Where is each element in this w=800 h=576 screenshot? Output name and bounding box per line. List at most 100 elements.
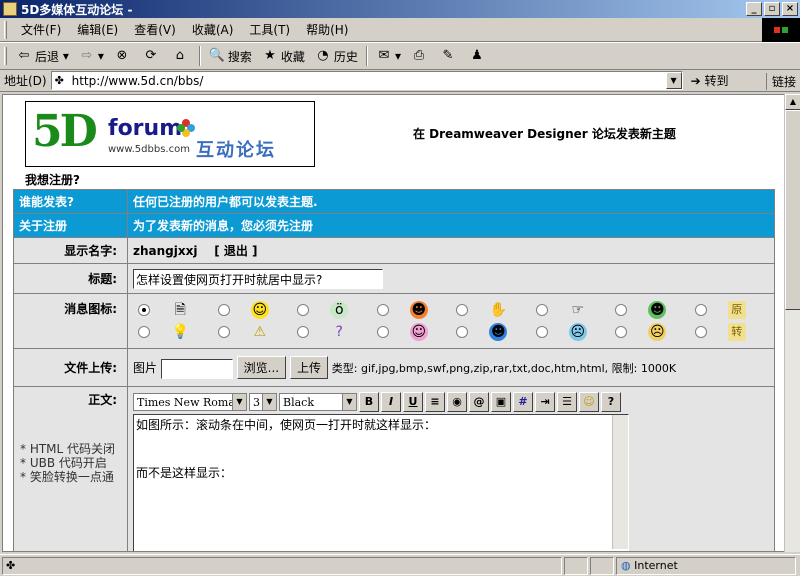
globe-link-icon[interactable]: ◉: [447, 392, 467, 412]
scroll-thumb[interactable]: [785, 110, 800, 310]
messenger-icon: ♟: [471, 48, 483, 63]
center-align-icon[interactable]: ≡: [425, 392, 445, 412]
register-link[interactable]: 我想注册?: [25, 171, 80, 188]
dropdown-icon: ▼: [342, 394, 356, 410]
icon-radio[interactable]: [456, 326, 468, 338]
page-scrollbar[interactable]: ▲: [784, 94, 800, 552]
bold-button[interactable]: B: [359, 392, 379, 412]
message-body-input[interactable]: 如图所示：滚动条在中间，使网页一打开时就这样显示： 而不是这样显示：: [133, 414, 629, 551]
smiley-insert-icon[interactable]: ☺: [579, 392, 599, 412]
mail-icon: ✉: [378, 48, 390, 63]
about-label: 关于注册: [13, 213, 128, 238]
icon-radio[interactable]: [694, 326, 707, 338]
status-bar: ✤ ◍ Internet: [0, 554, 800, 576]
email-link-icon[interactable]: @: [469, 392, 489, 412]
menu-favorites[interactable]: 收藏(A): [184, 21, 242, 38]
cool-icon: ☻: [489, 323, 508, 341]
address-input[interactable]: ✤ http://www.5d.cn/bbs/ ▼: [50, 71, 683, 90]
history-button[interactable]: ◔ 历史: [310, 44, 363, 68]
home-icon: ⌂: [175, 48, 185, 63]
forward-button[interactable]: ⇨ ▾: [74, 44, 109, 68]
forum-logo[interactable]: 5D forum www.5dbbs.com 互动论坛: [25, 101, 315, 167]
address-bar: 地址(D) ✤ http://www.5d.cn/bbs/ ▼ ➔ 转到 链接: [0, 70, 800, 92]
blush-icon: ☺: [409, 323, 428, 341]
logo-brand: 5D: [32, 106, 98, 157]
stop-button[interactable]: ⊗: [109, 44, 138, 68]
browse-button[interactable]: 浏览...: [236, 356, 287, 379]
menu-tools[interactable]: 工具(T): [241, 21, 298, 38]
underline-button[interactable]: U: [403, 392, 423, 412]
flash-insert-icon[interactable]: ⇥: [535, 392, 555, 412]
icon-radio[interactable]: [456, 304, 468, 316]
icon-radio[interactable]: [297, 304, 309, 316]
image-insert-icon[interactable]: ▣: [491, 392, 511, 412]
refresh-button[interactable]: ⟳: [138, 44, 167, 68]
menu-file[interactable]: 文件(F): [13, 21, 69, 38]
zone-label: Internet: [634, 559, 678, 572]
back-button[interactable]: ⇦ 后退 ▾: [11, 44, 74, 68]
file-path-input[interactable]: [160, 358, 233, 379]
address-label: 地址(D): [4, 74, 47, 88]
print-button[interactable]: ⎙: [406, 44, 435, 68]
go-button[interactable]: ➔ 转到: [691, 72, 729, 89]
color-select[interactable]: Black ▼: [279, 393, 357, 411]
window-titlebar: 5D多媒体互动论坛 - _ ▫ ×: [0, 0, 800, 18]
menu-view[interactable]: 查看(V): [126, 21, 184, 38]
edit-icon: ✎: [442, 48, 454, 63]
refresh-icon: ⟳: [145, 48, 157, 63]
status-panel: [590, 556, 614, 575]
links-button[interactable]: 链接: [765, 73, 796, 90]
icon-label: 消息图标:: [13, 293, 128, 349]
maximize-button[interactable]: ▫: [764, 2, 780, 16]
menu-help[interactable]: 帮助(H): [298, 21, 356, 38]
windows-logo-icon: [762, 18, 800, 42]
go-arrow-icon: ➔: [690, 73, 701, 88]
home-button[interactable]: ⌂: [167, 44, 196, 68]
favorites-button[interactable]: ★ 收藏: [257, 44, 310, 68]
frown-icon: ☹: [648, 323, 667, 341]
hash-icon[interactable]: #: [513, 392, 533, 412]
address-dropdown-icon[interactable]: ▼: [665, 72, 682, 89]
menu-edit[interactable]: 编辑(E): [69, 21, 126, 38]
body-line: [136, 449, 626, 465]
who-value: 任何已注册的用户都可以发表主题.: [127, 189, 775, 214]
icon-radio[interactable]: [376, 304, 389, 316]
icon-radio[interactable]: [217, 304, 230, 316]
textarea-scrollbar[interactable]: [612, 415, 628, 549]
scroll-up-icon[interactable]: ▲: [785, 94, 800, 110]
body-line: 如图所示：滚动条在中间，使网页一打开时就这样显示：: [136, 418, 437, 432]
size-select[interactable]: 3 ▼: [249, 393, 277, 411]
about-value: 为了发表新的消息，您必须先注册: [127, 213, 775, 238]
who-can-post-row: 谁能发表? 任何已注册的用户都可以发表主题.: [13, 189, 775, 214]
icon-radio[interactable]: [535, 304, 548, 316]
icon-radio[interactable]: [535, 326, 548, 338]
help-pointer-icon[interactable]: ?: [601, 392, 621, 412]
minimize-button[interactable]: _: [746, 2, 762, 16]
smiley-note[interactable]: * 笑脸转换一点通: [20, 470, 127, 484]
page-icon: ✤: [54, 73, 64, 87]
title-row: 标题: 怎样设置使网页打开时就居中显示?: [13, 263, 775, 294]
icon-radio[interactable]: [138, 304, 150, 316]
search-button[interactable]: 🔍 搜索: [204, 44, 257, 68]
icon-radio[interactable]: [138, 326, 150, 338]
question-icon: ?: [335, 324, 343, 340]
upload-button[interactable]: 上传: [289, 356, 328, 379]
edit-button[interactable]: ✎: [435, 44, 464, 68]
icon-radio[interactable]: [376, 326, 389, 338]
logout-link[interactable]: [ 退出 ]: [214, 244, 257, 258]
icon-radio[interactable]: [615, 326, 627, 338]
font-select[interactable]: Times New Roman ▼: [133, 393, 247, 411]
icon-radio[interactable]: [217, 326, 230, 338]
status-message: ✤: [2, 556, 562, 575]
title-input[interactable]: 怎样设置使网页打开时就居中显示?: [133, 268, 383, 289]
close-button[interactable]: ×: [782, 2, 798, 16]
mail-button[interactable]: ✉ ▾: [371, 44, 406, 68]
title-label: 标题:: [13, 263, 128, 294]
italic-button[interactable]: I: [381, 392, 401, 412]
messenger-button[interactable]: ♟: [464, 44, 493, 68]
icon-radio[interactable]: [694, 304, 707, 316]
document-icon: 🗎: [174, 302, 186, 318]
list-icon[interactable]: ☰: [557, 392, 577, 412]
icon-radio[interactable]: [297, 326, 309, 338]
icon-radio[interactable]: [615, 304, 627, 316]
